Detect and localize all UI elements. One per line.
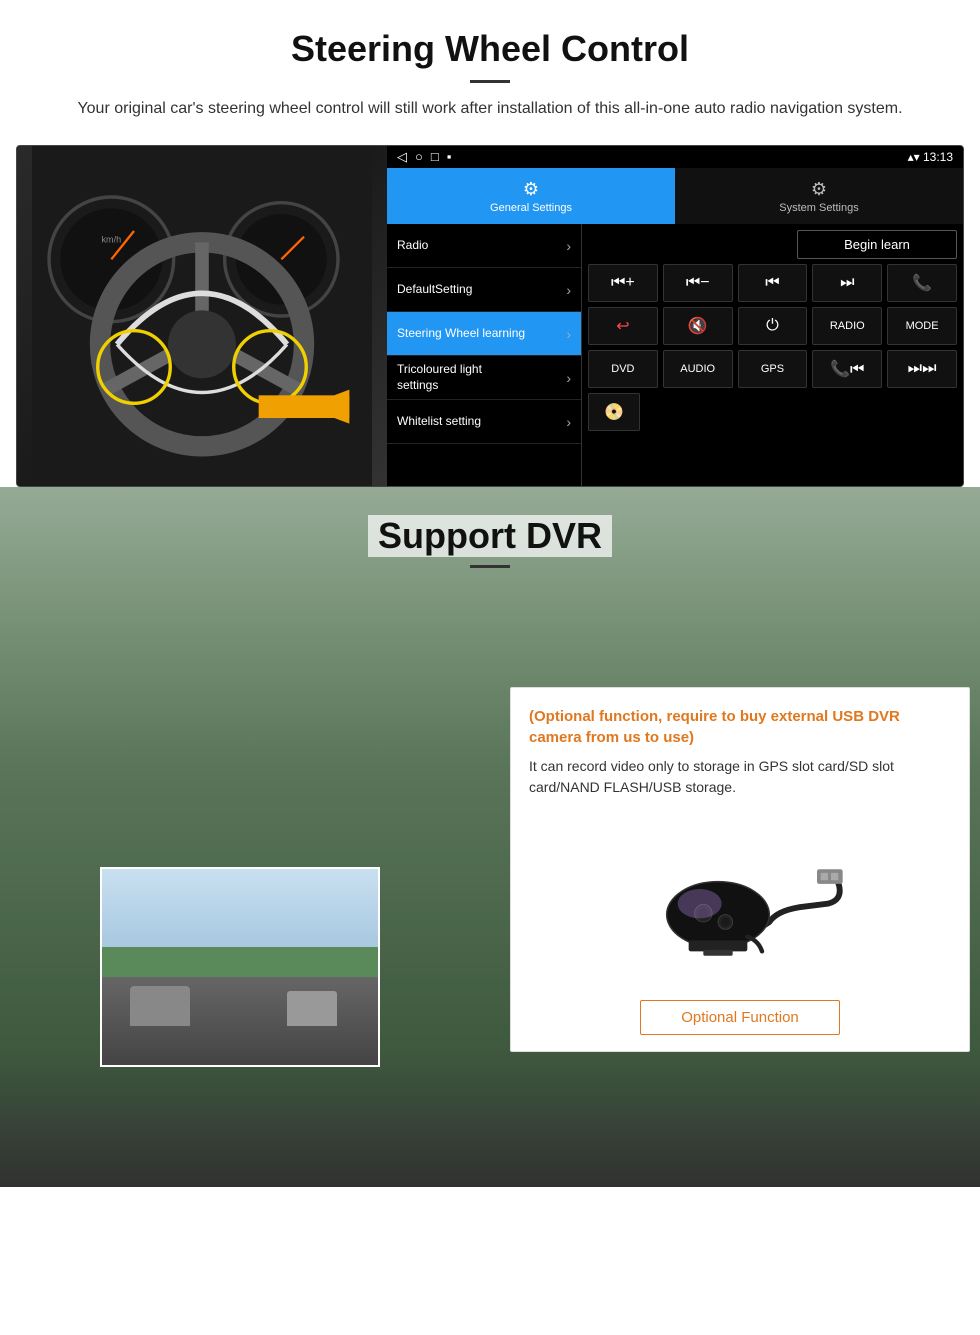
tab-system-label: System Settings (779, 202, 858, 214)
status-bar: ◁ ○ □ ▪ ▴▾ 13:13 (387, 146, 963, 168)
system-icon: ⚙ (811, 179, 827, 200)
dvr-camera-svg (630, 820, 850, 980)
title-divider (470, 80, 510, 83)
status-bar-nav: ◁ ○ □ ▪ (397, 149, 451, 165)
dvr-info-card: (Optional function, require to buy exter… (510, 687, 970, 1052)
chevron-icon: › (566, 238, 571, 254)
chevron-icon: › (566, 282, 571, 298)
recents-nav-icon[interactable]: □ (431, 149, 439, 165)
thumb-grass (102, 947, 378, 978)
signal-icon: ▴▾ (908, 150, 920, 164)
dvr-description: It can record video only to storage in G… (529, 756, 951, 798)
dvr-thumbnail-image (100, 867, 380, 1067)
menu-whitelist-label: Whitelist setting (397, 414, 481, 430)
dvr-heading-area: Support DVR (0, 487, 980, 576)
dvr-camera-image (529, 810, 951, 990)
dvr-section: Support DVR (Optional function, require … (0, 487, 980, 1187)
ctrl-hangup[interactable]: ↩ (588, 307, 658, 345)
ctrl-phone[interactable]: 📞 (887, 264, 957, 302)
ctrl-row-1: ⏮+ ⏮− ⏮ ⏭ 📞 (588, 264, 957, 302)
steering-wheel-svg: km/h (17, 146, 387, 486)
menu-item-steering[interactable]: Steering Wheel learning › (387, 312, 581, 356)
ctrl-tel-next[interactable]: ⏭⏭ (887, 350, 957, 388)
gear-icon: ⚙ (523, 179, 539, 200)
ctrl-prev-track[interactable]: ⏮ (738, 264, 808, 302)
ctrl-extra[interactable]: 📀 (588, 393, 640, 431)
back-nav-icon[interactable]: ◁ (397, 149, 407, 165)
begin-learn-row: Begin learn (588, 230, 957, 259)
dvr-road-scene (102, 869, 378, 1065)
ctrl-vol-up[interactable]: ⏮+ (588, 264, 658, 302)
chevron-icon: › (566, 326, 571, 342)
tab-system[interactable]: ⚙ System Settings (675, 168, 963, 224)
thumb-car-right (287, 991, 337, 1026)
controls-panel: Begin learn ⏮+ ⏮− ⏮ ⏭ 📞 ↩ (582, 224, 963, 486)
steering-heading-area: Steering Wheel Control Your original car… (0, 0, 980, 127)
begin-learn-button[interactable]: Begin learn (797, 230, 957, 259)
tab-general-label: General Settings (490, 202, 572, 214)
menu-controls-area: Radio › DefaultSetting › Steering Wheel … (387, 224, 963, 486)
ctrl-tel-prev[interactable]: 📞⏮ (812, 350, 882, 388)
menu-default-label: DefaultSetting (397, 282, 472, 298)
menu-item-tricolour[interactable]: Tricoloured lightsettings › (387, 356, 581, 400)
ctrl-gps[interactable]: GPS (738, 350, 808, 388)
android-panel: km/h (16, 145, 964, 487)
steering-wheel-image: km/h (17, 146, 387, 486)
menu-steering-label: Steering Wheel learning (397, 326, 525, 342)
android-ui-panel: ◁ ○ □ ▪ ▴▾ 13:13 ⚙ General Settings (387, 146, 963, 486)
dvr-optional-text: (Optional function, require to buy exter… (529, 706, 951, 748)
ctrl-mute[interactable]: 🔇 (663, 307, 733, 345)
chevron-icon: › (566, 414, 571, 430)
ctrl-dvd[interactable]: DVD (588, 350, 658, 388)
ctrl-radio[interactable]: RADIO (812, 307, 882, 345)
tab-general[interactable]: ⚙ General Settings (387, 168, 675, 224)
dvr-divider (470, 565, 510, 568)
ctrl-row-2: ↩ 🔇 ⏻ RADIO MODE (588, 307, 957, 345)
optional-function-button[interactable]: Optional Function (640, 1000, 840, 1035)
menu-item-whitelist[interactable]: Whitelist setting › (387, 400, 581, 444)
ctrl-mode[interactable]: MODE (887, 307, 957, 345)
menu-list: Radio › DefaultSetting › Steering Wheel … (387, 224, 582, 486)
ctrl-power[interactable]: ⏻ (738, 307, 808, 345)
steering-description: Your original car's steering wheel contr… (60, 97, 920, 121)
ctrl-vol-down[interactable]: ⏮− (663, 264, 733, 302)
steering-section: Steering Wheel Control Your original car… (0, 0, 980, 487)
thumb-car-left (130, 986, 190, 1026)
menu-item-radio[interactable]: Radio › (387, 224, 581, 268)
thumb-sky (102, 869, 378, 947)
dvr-title: Support DVR (368, 515, 612, 557)
menu-radio-label: Radio (397, 238, 428, 254)
menu-tricolour-label: Tricoloured lightsettings (397, 362, 482, 393)
menu-nav-icon[interactable]: ▪ (447, 149, 452, 165)
ctrl-row-4: 📀 (588, 393, 957, 431)
status-bar-right: ▴▾ 13:13 (908, 150, 953, 164)
clock: 13:13 (923, 150, 953, 164)
settings-tabs: ⚙ General Settings ⚙ System Settings (387, 168, 963, 224)
ctrl-audio[interactable]: AUDIO (663, 350, 733, 388)
menu-item-default[interactable]: DefaultSetting › (387, 268, 581, 312)
page-title: Steering Wheel Control (60, 28, 920, 70)
chevron-icon: › (566, 370, 571, 386)
home-nav-icon[interactable]: ○ (415, 149, 423, 165)
ctrl-next-track[interactable]: ⏭ (812, 264, 882, 302)
svg-text:km/h: km/h (102, 234, 122, 244)
ctrl-row-3: DVD AUDIO GPS 📞⏮ ⏭⏭ (588, 350, 957, 388)
